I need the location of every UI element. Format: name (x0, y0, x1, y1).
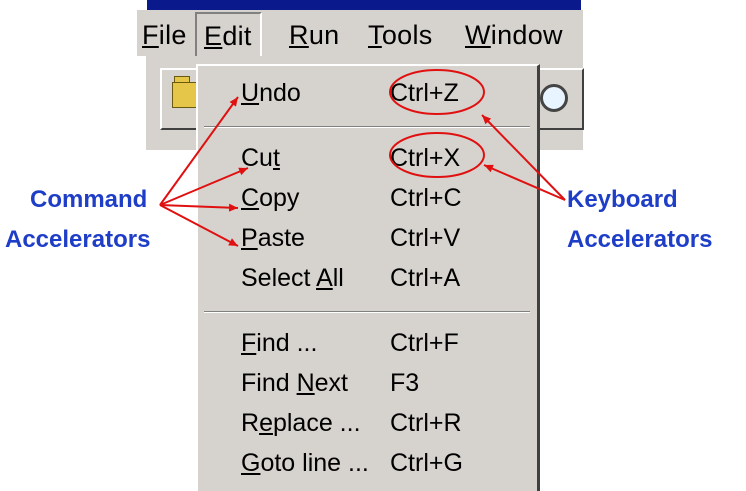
arrow-to-undo-shortcut (481, 114, 566, 201)
arrow-to-cut-shortcut (483, 164, 566, 201)
undo-shortcut-highlight (389, 69, 485, 115)
cut-shortcut-highlight (389, 132, 485, 178)
annotation-arrows (159, 69, 566, 247)
arrow-to-copy-mnemonic (159, 203, 239, 212)
arrow-to-paste-mnemonic (159, 204, 239, 247)
